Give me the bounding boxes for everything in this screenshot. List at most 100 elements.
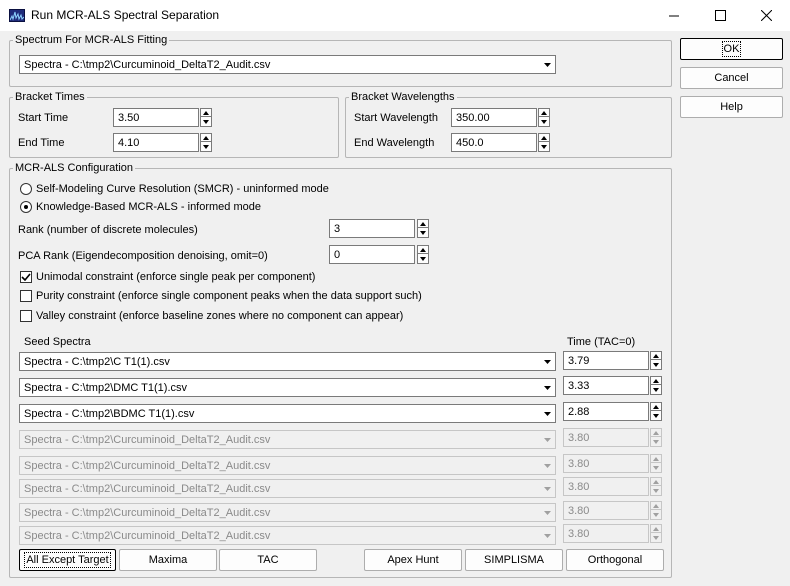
start-wavelength-label: Start Wavelength xyxy=(354,112,438,124)
pca-rank-label: PCA Rank (Eigendecomposition denoising, … xyxy=(18,250,268,262)
seed-time-spinner-6 xyxy=(650,477,662,496)
cancel-button[interactable]: Cancel xyxy=(680,67,783,89)
pca-rank-spinner[interactable] xyxy=(417,245,429,264)
chevron-down-icon[interactable] xyxy=(539,405,555,422)
radio-selected-dot xyxy=(24,205,28,209)
spin-down-icon xyxy=(651,438,661,446)
seed-time-spinner-3[interactable] xyxy=(650,402,662,421)
chevron-down-icon[interactable] xyxy=(539,56,555,73)
seed-time-input-1[interactable]: 3.79 xyxy=(563,351,649,370)
spin-down-icon xyxy=(651,534,661,542)
start-time-input[interactable]: 3.50 xyxy=(113,108,199,127)
seed-spectrum-select-5: Spectra - C:\tmp2\Curcuminoid_DeltaT2_Au… xyxy=(19,456,556,475)
end-wavelength-spinner[interactable] xyxy=(538,133,550,152)
smcr-mode-label[interactable]: Self-Modeling Curve Resolution (SMCR) - … xyxy=(36,183,329,195)
chevron-down-icon xyxy=(539,527,555,544)
chevron-down-icon[interactable] xyxy=(539,353,555,370)
orthogonal-button[interactable]: Orthogonal xyxy=(566,549,664,571)
spin-up-icon[interactable] xyxy=(539,109,549,117)
spin-down-icon[interactable] xyxy=(651,412,661,420)
spin-up-icon[interactable] xyxy=(201,109,211,117)
spin-up-icon[interactable] xyxy=(418,220,428,228)
seed-time-input-3[interactable]: 2.88 xyxy=(563,402,649,421)
ok-button[interactable]: OK xyxy=(680,38,783,60)
simplisma-button[interactable]: SIMPLISMA xyxy=(465,549,563,571)
chevron-down-icon[interactable] xyxy=(539,379,555,396)
help-button[interactable]: Help xyxy=(680,96,783,118)
checkmark-icon xyxy=(21,273,31,281)
spin-down-icon[interactable] xyxy=(651,386,661,394)
seed-time-input-8: 3.80 xyxy=(563,524,649,543)
spin-up-icon xyxy=(651,502,661,510)
valley-label[interactable]: Valley constraint (enforce baseline zone… xyxy=(36,310,403,322)
spin-up-icon[interactable] xyxy=(651,352,661,360)
close-icon xyxy=(760,10,772,21)
spin-up-icon[interactable] xyxy=(539,134,549,142)
seed-time-spinner-1[interactable] xyxy=(650,351,662,370)
chevron-down-icon xyxy=(539,480,555,497)
end-time-input[interactable]: 4.10 xyxy=(113,133,199,152)
rank-input[interactable]: 3 xyxy=(329,219,415,238)
seed-time-spinner-8 xyxy=(650,524,662,543)
rank-spinner[interactable] xyxy=(417,219,429,238)
spin-down-icon[interactable] xyxy=(539,143,549,151)
unimodal-checkbox[interactable] xyxy=(20,271,32,283)
start-time-label: Start Time xyxy=(18,112,69,124)
purity-checkbox[interactable] xyxy=(20,290,32,302)
start-time-spinner[interactable] xyxy=(200,108,212,127)
start-wavelength-input[interactable]: 350.00 xyxy=(451,108,537,127)
spin-down-icon[interactable] xyxy=(651,361,661,369)
seed-spectrum-select-7: Spectra - C:\tmp2\Curcuminoid_DeltaT2_Au… xyxy=(19,503,556,522)
config-group-legend: MCR-ALS Configuration xyxy=(13,162,135,175)
seed-spectrum-select-4: Spectra - C:\tmp2\Curcuminoid_DeltaT2_Au… xyxy=(19,430,556,449)
rank-label: Rank (number of discrete molecules) xyxy=(18,224,198,236)
spin-up-icon[interactable] xyxy=(418,246,428,254)
spin-down-icon xyxy=(651,464,661,472)
valley-checkbox[interactable] xyxy=(20,310,32,322)
spin-down-icon[interactable] xyxy=(418,229,428,237)
spin-up-icon xyxy=(651,429,661,437)
end-time-label: End Time xyxy=(18,137,65,149)
seed-time-input-7: 3.80 xyxy=(563,501,649,520)
seed-spectra-header: Seed Spectra xyxy=(24,336,91,348)
seed-time-input-2[interactable]: 3.33 xyxy=(563,376,649,395)
start-wavelength-spinner[interactable] xyxy=(538,108,550,127)
maximize-button[interactable] xyxy=(697,0,743,31)
minimize-button[interactable] xyxy=(651,0,697,31)
end-time-spinner[interactable] xyxy=(200,133,212,152)
spin-up-icon[interactable] xyxy=(651,403,661,411)
seed-time-input-4: 3.80 xyxy=(563,428,649,447)
purity-label[interactable]: Purity constraint (enforce single compon… xyxy=(36,290,422,302)
window-title: Run MCR-ALS Spectral Separation xyxy=(31,8,220,22)
tac-button[interactable]: TAC xyxy=(219,549,317,571)
bracket-wavelengths-legend: Bracket Wavelengths xyxy=(349,91,457,104)
close-button[interactable] xyxy=(743,0,789,31)
spin-down-icon[interactable] xyxy=(418,255,428,263)
seed-spectrum-select-2[interactable]: Spectra - C:\tmp2\DMC T1(1).csv xyxy=(19,378,556,397)
spin-down-icon[interactable] xyxy=(201,143,211,151)
pca-rank-input[interactable]: 0 xyxy=(329,245,415,264)
chevron-down-icon xyxy=(539,431,555,448)
seed-time-spinner-7 xyxy=(650,501,662,520)
seed-time-input-6: 3.80 xyxy=(563,477,649,496)
end-wavelength-input[interactable]: 450.0 xyxy=(451,133,537,152)
seed-spectrum-select-3[interactable]: Spectra - C:\tmp2\BDMC T1(1).csv xyxy=(19,404,556,423)
kb-mode-radio[interactable] xyxy=(20,201,32,213)
spectrum-group-legend: Spectrum For MCR-ALS Fitting xyxy=(13,34,170,47)
seed-time-spinner-4 xyxy=(650,428,662,447)
seed-time-spinner-2[interactable] xyxy=(650,376,662,395)
smcr-mode-radio[interactable] xyxy=(20,183,32,195)
unimodal-label[interactable]: Unimodal constraint (enforce single peak… xyxy=(36,271,315,283)
maxima-button[interactable]: Maxima xyxy=(119,549,217,571)
kb-mode-label[interactable]: Knowledge-Based MCR-ALS - informed mode xyxy=(36,201,261,213)
spin-down-icon[interactable] xyxy=(539,118,549,126)
apex-hunt-button[interactable]: Apex Hunt xyxy=(364,549,462,571)
spin-up-icon xyxy=(651,478,661,486)
spin-up-icon[interactable] xyxy=(201,134,211,142)
seed-spectrum-select-1[interactable]: Spectra - C:\tmp2\C T1(1).csv xyxy=(19,352,556,371)
spin-down-icon[interactable] xyxy=(201,118,211,126)
spin-up-icon[interactable] xyxy=(651,377,661,385)
seed-time-input-5: 3.80 xyxy=(563,454,649,473)
all-except-target-button[interactable]: All Except Target xyxy=(19,549,116,571)
spectrum-select[interactable]: Spectra - C:\tmp2\Curcuminoid_DeltaT2_Au… xyxy=(19,55,556,74)
